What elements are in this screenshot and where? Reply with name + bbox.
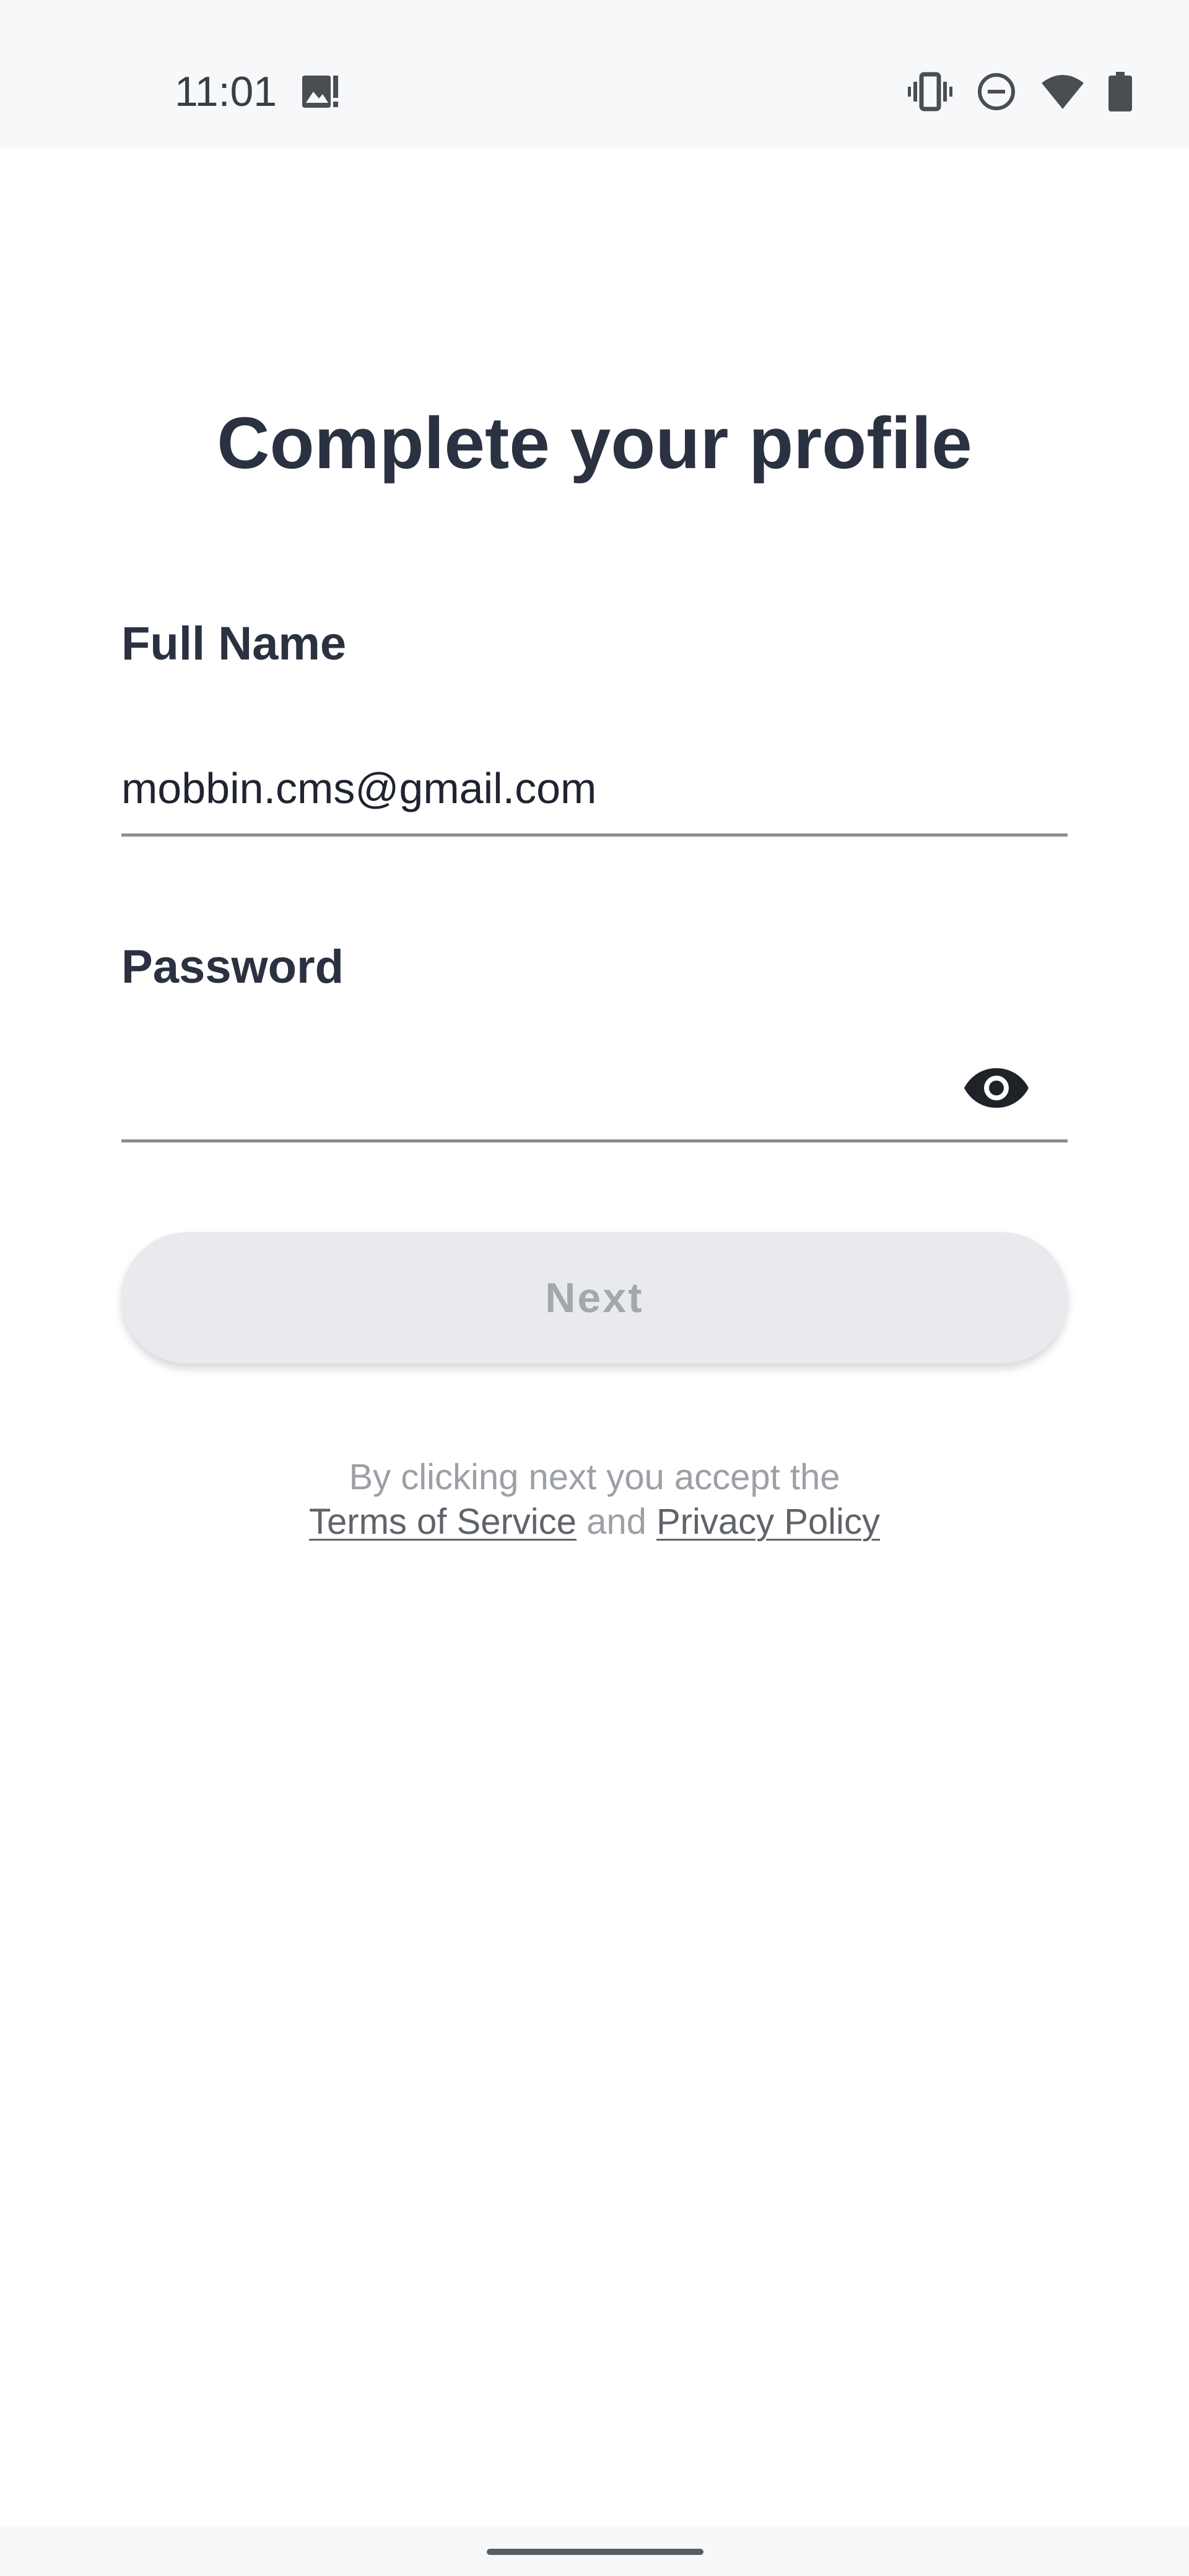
status-icons (908, 67, 1132, 116)
password-label: Password (121, 941, 344, 993)
legal-links-line: Terms of Service and Privacy Policy (0, 1500, 1189, 1544)
eye-icon[interactable] (962, 1054, 1030, 1122)
legal-notice: By clicking next you accept the Terms of… (0, 1455, 1189, 1544)
home-gesture-handle[interactable] (487, 2549, 703, 2555)
vibrate-icon (908, 72, 952, 111)
legal-conjunction: and (586, 1502, 647, 1542)
navigation-bar (0, 2526, 1189, 2576)
terms-of-service-link[interactable]: Terms of Service (309, 1502, 577, 1542)
next-button[interactable]: Next (121, 1232, 1068, 1364)
legal-prefix: By clicking next you accept the (349, 1457, 840, 1497)
wifi-icon (1040, 73, 1085, 110)
do-not-disturb-icon (976, 71, 1017, 112)
password-input[interactable] (121, 1050, 957, 1131)
full-name-input[interactable] (121, 748, 957, 829)
status-bar: 11:01 (0, 0, 1189, 149)
page-title: Complete your profile (217, 402, 972, 484)
gallery-alert-icon (301, 73, 342, 111)
status-time: 11:01 (175, 68, 277, 115)
full-name-field (121, 743, 1068, 837)
password-field (121, 1040, 1068, 1142)
full-name-label: Full Name (121, 617, 347, 670)
battery-icon (1108, 72, 1132, 111)
privacy-policy-link[interactable]: Privacy Policy (656, 1502, 880, 1542)
